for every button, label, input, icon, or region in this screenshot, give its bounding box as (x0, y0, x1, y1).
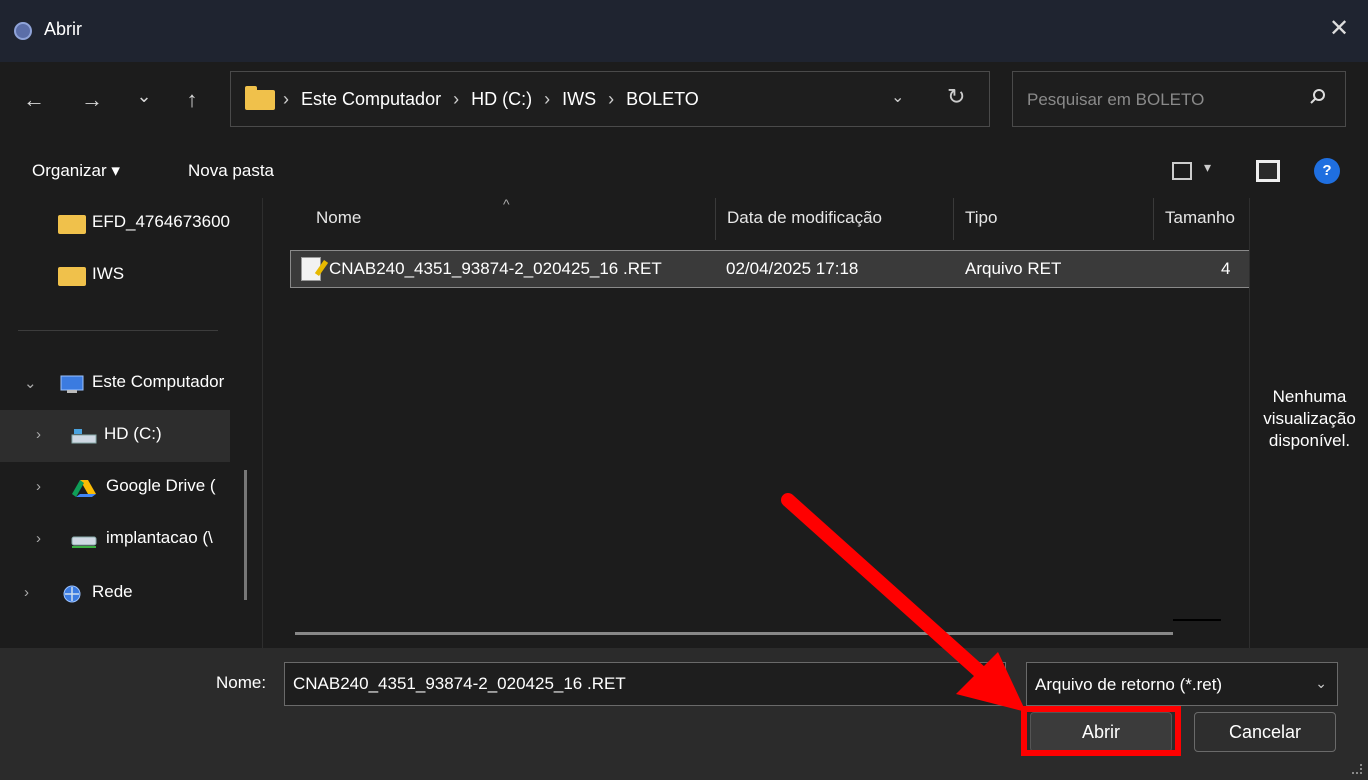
window-title: Abrir (44, 19, 83, 39)
computer-icon (60, 375, 84, 393)
forward-icon[interactable]: → (76, 84, 108, 116)
search-box[interactable]: Pesquisar em BOLETO (1012, 71, 1346, 127)
expand-caret-icon[interactable]: › (36, 530, 41, 547)
column-divider[interactable] (715, 198, 716, 240)
file-type: Arquivo RET (965, 259, 1062, 278)
google-drive-icon (72, 480, 96, 497)
sidebar-item-rede[interactable]: › Rede (0, 568, 230, 620)
horizontal-scrollbar[interactable] (295, 632, 1173, 635)
annotation-highlight-box (1021, 706, 1181, 756)
folder-icon (245, 86, 275, 110)
expand-caret-icon[interactable]: › (36, 426, 41, 443)
breadcrumb-separator[interactable]: › (453, 89, 459, 110)
column-header-name[interactable]: Nome (316, 208, 361, 228)
expand-caret-icon[interactable]: › (36, 478, 41, 495)
new-folder-button[interactable]: Nova pasta (188, 161, 274, 181)
up-icon[interactable]: ↑ (176, 84, 208, 116)
sidebar-item-label: Rede (92, 582, 133, 601)
navigation-pane: EFD_4764673600 IWS ⌄ Este Computador › H… (0, 198, 262, 648)
sidebar-item-label: Este Computador (92, 372, 225, 391)
view-options-icon[interactable] (1172, 162, 1192, 180)
file-modified: 02/04/2025 17:18 (726, 259, 859, 278)
sidebar-item-label: Google Drive ( (106, 476, 216, 495)
sidebar-item-implantacao[interactable]: › implantacao (\ (0, 514, 230, 566)
preview-pane-icon[interactable] (1256, 160, 1280, 182)
file-type-select[interactable]: Arquivo de retorno (*.ret) ⌄ (1026, 662, 1338, 706)
address-dropdown-icon[interactable]: ⌄ (891, 87, 904, 107)
expand-caret-icon[interactable]: ⌄ (24, 374, 37, 392)
column-header-size[interactable]: Tamanho (1165, 208, 1235, 228)
sort-ascending-icon: ^ (503, 196, 510, 212)
filename-label: Nome: (216, 673, 267, 692)
help-icon[interactable]: ? (1314, 158, 1340, 184)
close-icon[interactable]: ✕ (1324, 14, 1354, 44)
app-icon (14, 22, 32, 40)
breadcrumb-iws[interactable]: IWS (562, 89, 596, 110)
sidebar-item-google-drive[interactable]: › Google Drive ( (0, 462, 230, 514)
search-icon[interactable] (1309, 88, 1327, 106)
folder-icon (58, 215, 86, 234)
column-divider[interactable] (1153, 198, 1154, 240)
title-bar: Abrir ✕ (0, 0, 1368, 62)
file-size: 4 (1221, 259, 1231, 278)
toolbar: Organizar ▾ Nova pasta ▾ ? (0, 142, 1368, 198)
drive-icon (71, 429, 97, 444)
file-row[interactable]: CNAB240_4351_93874-2_020425_16 .RET 02/0… (290, 250, 1250, 288)
sidebar-divider (18, 330, 218, 331)
file-list: ^ Nome Data de modificação Tipo Tamanho … (263, 196, 1250, 648)
expand-caret-icon[interactable]: › (24, 584, 29, 601)
breadcrumb-boleto[interactable]: BOLETO (626, 89, 699, 110)
network-icon (63, 585, 81, 603)
breadcrumb-este-computador[interactable]: Este Computador (301, 89, 441, 110)
breadcrumb-separator: › (283, 89, 289, 109)
sidebar-item-label: implantacao (\ (106, 528, 213, 547)
breadcrumb-hd-c[interactable]: HD (C:) (471, 89, 532, 110)
preview-pane: Nenhuma visualização disponível. (1249, 198, 1368, 648)
address-bar[interactable]: › Este Computador › HD (C:) › IWS › BOLE… (230, 71, 990, 127)
breadcrumb: › Este Computador › HD (C:) › IWS › BOLE… (283, 89, 699, 110)
breadcrumb-separator[interactable]: › (544, 89, 550, 110)
file-type-value: Arquivo de retorno (*.ret) (1035, 675, 1223, 694)
network-drive-icon (71, 536, 97, 548)
cancel-button[interactable]: Cancelar (1194, 712, 1336, 752)
sidebar-item-este-computador[interactable]: ⌄ Este Computador (0, 358, 230, 410)
preview-message: Nenhuma visualização disponível. (1263, 387, 1356, 450)
sidebar-item-label: EFD_4764673600 (92, 212, 230, 231)
column-header-type[interactable]: Tipo (965, 208, 997, 228)
column-divider[interactable] (953, 198, 954, 240)
file-name: CNAB240_4351_93874-2_020425_16 .RET (329, 259, 662, 278)
sidebar-item-label: IWS (92, 264, 125, 283)
sidebar-scrollbar[interactable] (244, 470, 247, 600)
sidebar-item-hd-c[interactable]: › HD (C:) (0, 410, 230, 462)
sidebar-item-label: HD (C:) (104, 424, 162, 443)
folder-icon (58, 267, 86, 286)
organize-menu[interactable]: Organizar ▾ (32, 161, 120, 181)
filename-input[interactable] (284, 662, 1006, 706)
refresh-icon[interactable]: ↻ (947, 84, 965, 110)
chevron-down-icon[interactable]: ⌄ (1315, 675, 1327, 692)
text-file-icon (301, 257, 321, 281)
recent-locations-icon[interactable]: ⌄ (128, 80, 160, 112)
sidebar-item-iws[interactable]: IWS (0, 250, 230, 302)
resize-grip[interactable] (1352, 764, 1362, 774)
view-caret-icon[interactable]: ▾ (1204, 159, 1211, 176)
sidebar-item-efd[interactable]: EFD_4764673600 (0, 198, 230, 250)
breadcrumb-separator[interactable]: › (608, 89, 614, 110)
back-icon[interactable]: ← (18, 84, 50, 116)
column-header-modified[interactable]: Data de modificação (727, 208, 882, 228)
search-placeholder: Pesquisar em BOLETO (1027, 90, 1205, 109)
scrollbar-track-segment (1173, 619, 1221, 621)
navigation-bar: ← → ⌄ ↑ › Este Computador › HD (C:) › IW… (0, 62, 1368, 142)
